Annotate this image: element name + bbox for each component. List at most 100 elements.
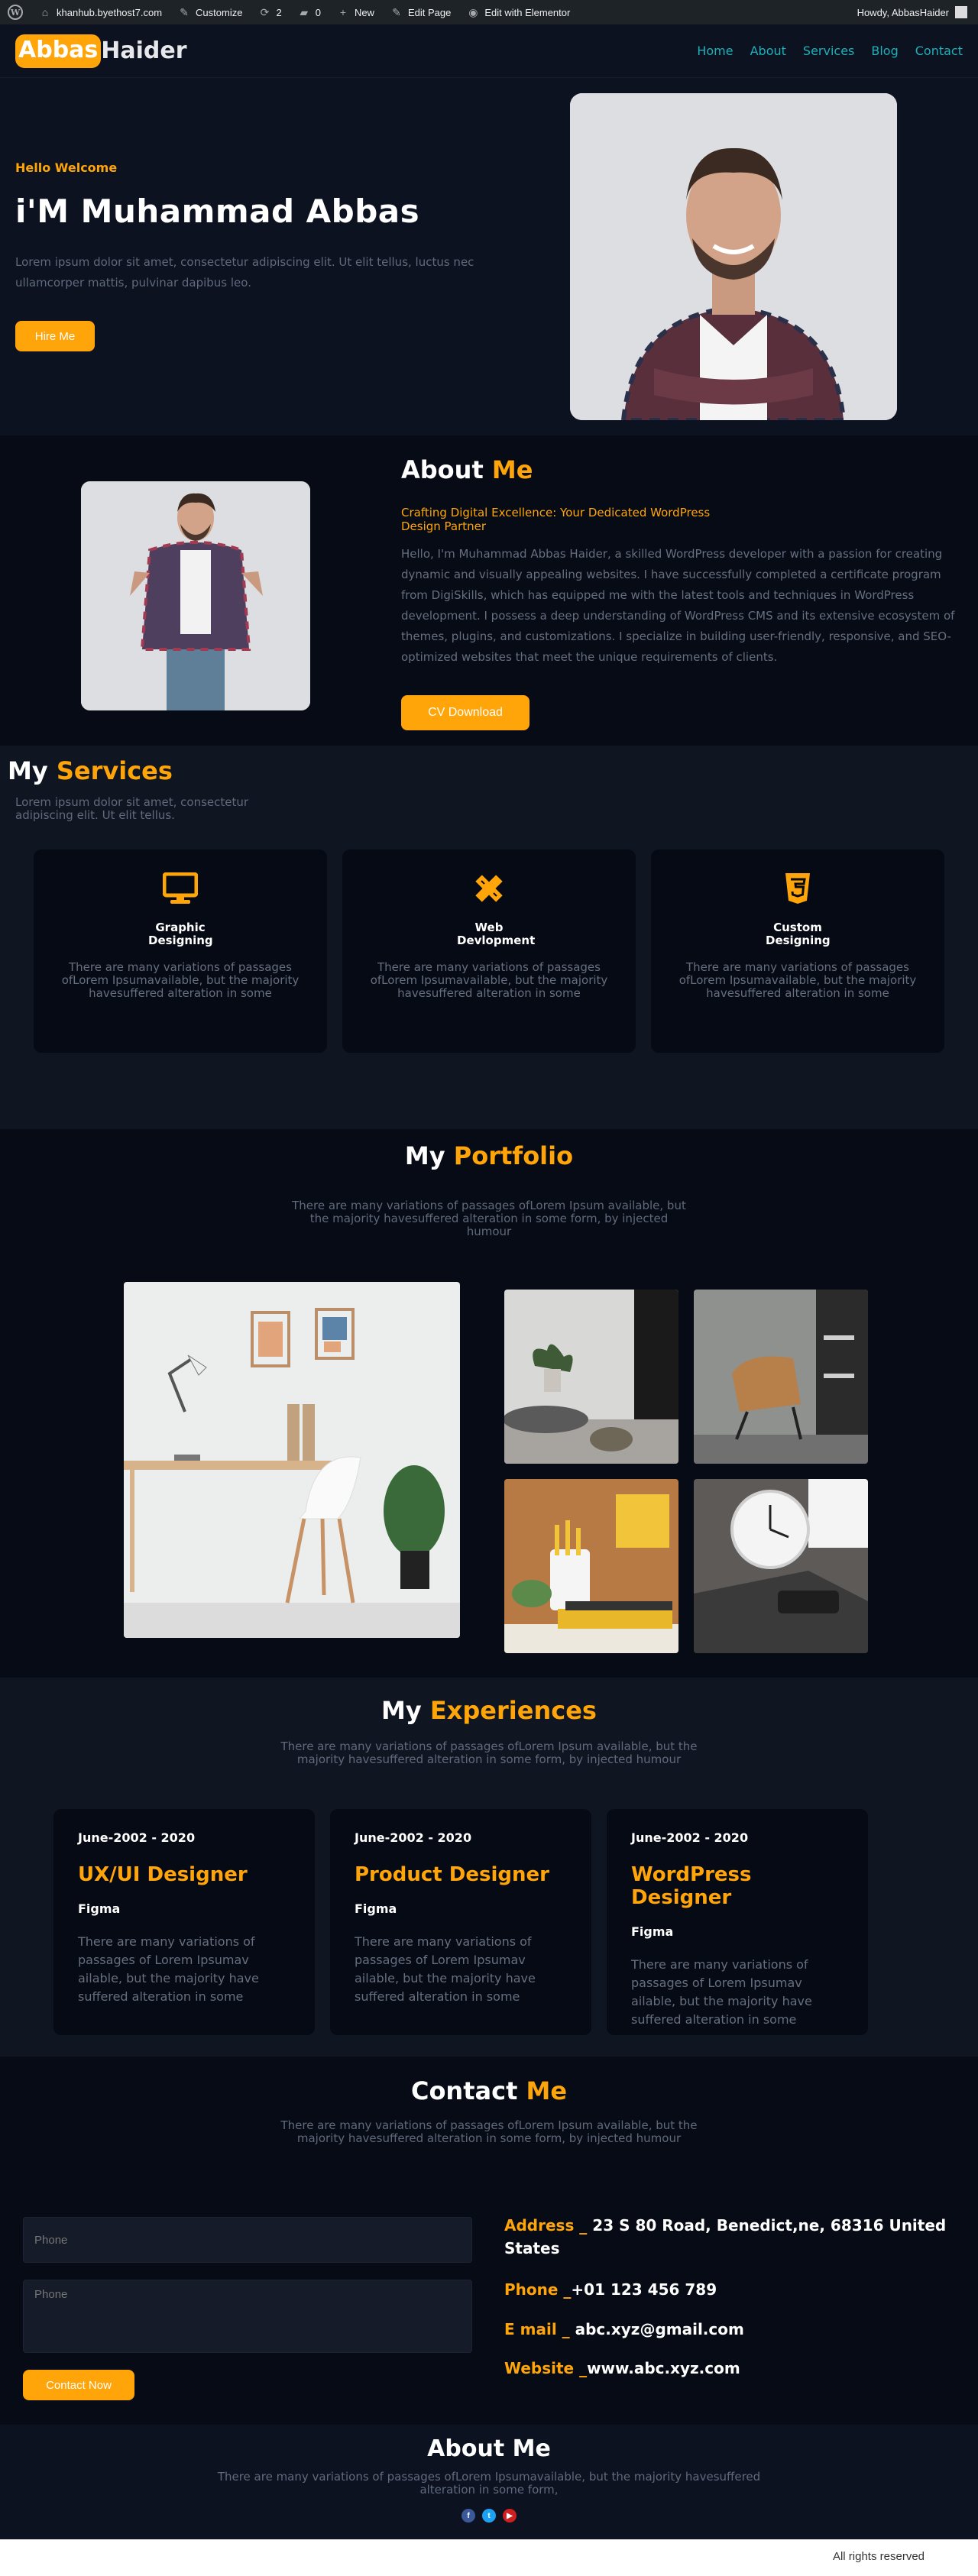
site-name: khanhub.byethost7.com — [57, 6, 163, 18]
service-desc: There are many variations of passages of… — [370, 960, 608, 1000]
hero-greeting: Hello Welcome — [15, 160, 118, 175]
experience-desc: There are many variations of passages of… — [355, 1934, 536, 2004]
footer-title: About Me — [427, 2435, 551, 2462]
hero-section: Hello Welcome i'M Muhammad Abbas Lorem i… — [0, 78, 978, 435]
experience-tool: Figma — [78, 1901, 121, 1916]
contact-address: Address _ 23 S 80 Road, Benedict,ne, 683… — [504, 2214, 955, 2260]
experience-card: June-2002 - 2020 Product Designer Figma … — [330, 1809, 591, 2035]
customize-link[interactable]: ✎ Customize — [170, 0, 250, 24]
cv-download-button[interactable]: CV Download — [401, 695, 529, 730]
nav-contact[interactable]: Contact — [915, 44, 963, 58]
services-subtitle: Lorem ipsum dolor sit amet, consectetur … — [15, 795, 249, 822]
experience-tool: Figma — [631, 1924, 674, 1939]
experiences-subtitle: There are many variations of passages of… — [280, 1739, 698, 1766]
service-desc: There are many variations of passages of… — [678, 960, 917, 1000]
comments-count: 0 — [315, 6, 321, 18]
logo-highlight: Abbas — [15, 34, 102, 68]
contact-title-main: Contact — [410, 2076, 518, 2105]
edit-page-link[interactable]: ✎ Edit Page — [382, 0, 458, 24]
service-desc: There are many variations of passages of… — [61, 960, 300, 1000]
about-title-accent: Me — [491, 455, 533, 484]
nav-about[interactable]: About — [750, 44, 786, 58]
info-value: abc.xyz@gmail.com — [569, 2320, 744, 2338]
phone-field[interactable] — [23, 2217, 472, 2263]
hero-lead: Lorem ipsum dolor sit amet, consectetur … — [15, 255, 474, 290]
services-title: My Services — [8, 756, 173, 785]
twitter-icon[interactable]: t — [482, 2509, 496, 2523]
experience-date: June-2002 - 2020 — [355, 1830, 472, 1845]
portfolio-image-armchair[interactable] — [694, 1290, 868, 1464]
experience-role: UX/UI Designer — [78, 1863, 248, 1886]
main-nav: Home About Services Blog Contact — [697, 44, 963, 58]
portfolio-image-desk[interactable] — [124, 1282, 460, 1638]
experiences-title: My Experiences — [0, 1696, 978, 1725]
home-icon: ⌂ — [41, 6, 49, 18]
site-logo[interactable]: Abbas Haider — [15, 34, 187, 68]
customize-label: Customize — [196, 6, 243, 18]
services-title-main: My — [8, 756, 48, 785]
message-field[interactable] — [23, 2280, 472, 2353]
new-label: New — [354, 6, 374, 18]
my-account-menu[interactable]: Howdy, AbbasHaider — [857, 6, 978, 18]
comments-link[interactable]: ▰ 0 — [290, 0, 329, 24]
about-title: About Me — [401, 455, 533, 484]
nav-blog[interactable]: Blog — [871, 44, 898, 58]
services-section: My Services Lorem ipsum dolor sit amet, … — [0, 746, 978, 1129]
experience-role: WordPress Designer — [631, 1863, 752, 1909]
pencil-ruler-icon — [471, 871, 507, 906]
experience-date: June-2002 - 2020 — [631, 1830, 749, 1845]
portfolio-image-living-room[interactable] — [504, 1290, 678, 1464]
avatar — [955, 6, 967, 18]
footer-text: There are many variations of passages of… — [217, 2470, 761, 2497]
portfolio-title-accent: Portfolio — [453, 1141, 574, 1170]
portfolio-title: My Portfolio — [0, 1141, 978, 1170]
site-name-link[interactable]: ⌂ khanhub.byethost7.com — [31, 0, 170, 24]
contact-now-button[interactable]: Contact Now — [23, 2370, 134, 2400]
service-card-custom[interactable]: Custom Designing There are many variatio… — [651, 849, 944, 1053]
experiences-title-main: My — [381, 1696, 422, 1725]
footer-about-section: About Me There are many variations of pa… — [0, 2425, 978, 2539]
info-value: +01 123 456 789 — [571, 2280, 717, 2299]
hire-me-button[interactable]: Hire Me — [15, 321, 95, 351]
elementor-icon: ◉ — [468, 5, 478, 18]
new-content-link[interactable]: + New — [329, 0, 382, 24]
updates-count: 2 — [276, 6, 282, 18]
facebook-icon[interactable]: f — [461, 2509, 475, 2523]
contact-email: E mail _ abc.xyz@gmail.com — [504, 2318, 955, 2341]
wp-logo-menu[interactable]: W — [0, 0, 31, 24]
experience-tool: Figma — [355, 1901, 397, 1916]
experience-date: June-2002 - 2020 — [78, 1830, 196, 1845]
brush-icon: ✎ — [180, 5, 189, 18]
contact-title: Contact Me — [0, 2076, 978, 2105]
updates-link[interactable]: ⟳ 2 — [250, 0, 289, 24]
logo-rest: Haider — [101, 37, 187, 64]
desktop-icon — [163, 871, 198, 906]
service-card-graphic[interactable]: Graphic Designing There are many variati… — [34, 849, 327, 1053]
pencil-icon: ✎ — [392, 5, 401, 18]
experience-card: June-2002 - 2020 WordPress Designer Figm… — [607, 1809, 868, 2035]
nav-home[interactable]: Home — [697, 44, 733, 58]
info-value[interactable]: www.abc.xyz.com — [587, 2359, 740, 2377]
css3-icon — [780, 871, 815, 906]
wp-admin-bar: W ⌂ khanhub.byethost7.com ✎ Customize ⟳ 2 ▰… — [0, 0, 978, 24]
youtube-icon[interactable]: ▶ — [503, 2509, 517, 2523]
copyright-text: All rights reserved — [832, 2550, 925, 2563]
hero-title: i'M Muhammad Abbas — [15, 193, 420, 230]
elementor-link[interactable]: ◉ Edit with Elementor — [458, 0, 578, 24]
portfolio-section: My Portfolio There are many variations o… — [0, 1129, 978, 1678]
experience-desc: There are many variations of passages of… — [631, 1957, 812, 2027]
contact-section: Contact Me There are many variations of … — [0, 2057, 978, 2425]
about-section: About Me Crafting Digital Excellence: Yo… — [0, 435, 978, 746]
service-card-web[interactable]: Web Devlopment There are many variations… — [342, 849, 636, 1053]
experiences-title-accent: Experiences — [429, 1696, 597, 1725]
portfolio-image-stationery[interactable] — [504, 1479, 678, 1653]
nav-services[interactable]: Services — [803, 44, 854, 58]
info-label: Address _ — [504, 2216, 588, 2235]
refresh-icon: ⟳ — [260, 5, 270, 18]
service-title: Graphic Designing — [148, 921, 213, 947]
plus-icon: + — [339, 6, 347, 18]
portfolio-image-clock[interactable] — [694, 1479, 868, 1653]
about-tagline: Crafting Digital Excellence: Your Dedica… — [401, 506, 711, 533]
elementor-label: Edit with Elementor — [484, 6, 571, 18]
page: W ⌂ khanhub.byethost7.com ✎ Customize ⟳ 2 ▰… — [0, 0, 978, 2576]
